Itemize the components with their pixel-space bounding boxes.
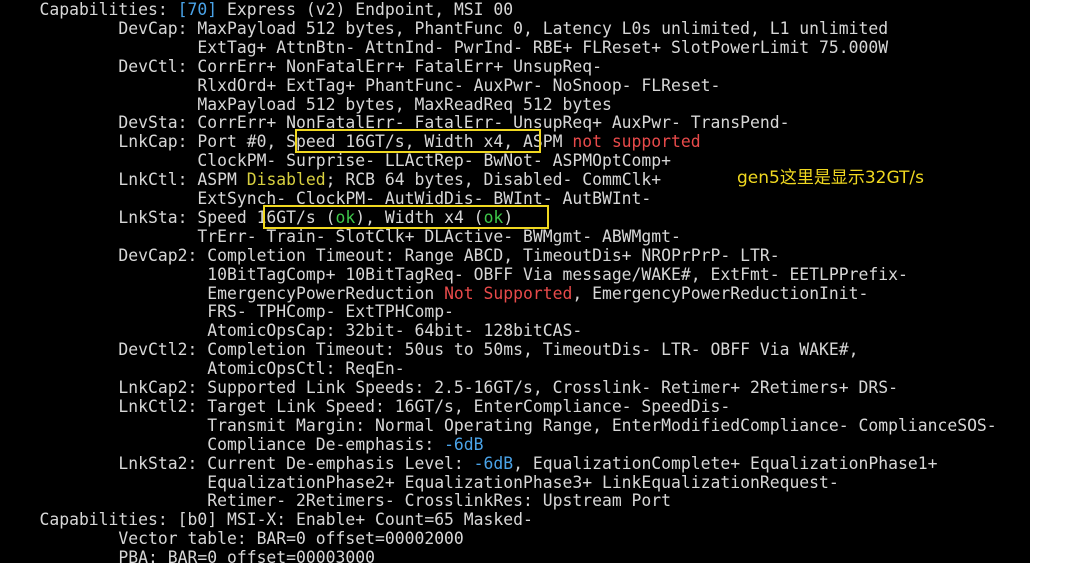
devcap-cont-line: ExtTag+ AttnBtn- AttnInd- PwrInd- RBE+ F… [0, 37, 889, 57]
lnksta2-retimer-line: Retimer- 2Retimers- CrosslinkRes: Upstre… [0, 491, 672, 511]
devctl2-line: DevCtl2: Completion Timeout: 50us to 50m… [0, 340, 859, 360]
aspm-not-supported: not supported [572, 132, 701, 152]
vector-table-line: Vector table: BAR=0 offset=00002000 [0, 529, 464, 549]
devcap2-line: DevCap2: Completion Timeout: Range ABCD,… [0, 245, 780, 265]
compliance-deemphasis-value: -6dB [444, 434, 484, 454]
capabilities-express-line: Capabilities: [70] Express (v2) Endpoint… [0, 0, 514, 19]
lnkctl2-deemphasis-line: Compliance De-emphasis: -6dB [0, 434, 484, 454]
terminal-output[interactable]: Capabilities: [70] Express (v2) Endpoint… [0, 0, 1030, 563]
devcap-line: DevCap: MaxPayload 512 bytes, PhantFunc … [0, 18, 889, 38]
capabilities-msix-line: Capabilities: [b0] MSI-X: Enable+ Count=… [0, 510, 533, 530]
emergency-not-supported: Not Supported [444, 283, 573, 303]
gen5-annotation: gen5这里是显示32GT/s [737, 168, 925, 188]
lnkcap-cont-line: ClockPM- Surprise- LLActRep- BwNot- ASPM… [0, 151, 672, 171]
current-deemphasis-value: -6dB [473, 453, 514, 473]
capability-offset-70: [70] [177, 0, 218, 19]
lnkctl2-line: LnkCtl2: Target Link Speed: 16GT/s, Ente… [0, 396, 731, 416]
lnkcap2-line: LnkCap2: Supported Link Speeds: 2.5-16GT… [0, 378, 898, 397]
lnkcap-speed-width-highlight [295, 129, 541, 153]
lnkctl2-margin-line: Transmit Margin: Normal Operating Range,… [0, 415, 997, 435]
devcap2-emergency-line: EmergencyPowerReduction Not Supported, E… [0, 283, 869, 303]
devctl-cont-line: RlxdOrd+ ExtTag+ PhantFunc- AuxPwr- NoSn… [0, 75, 721, 95]
aspm-disabled: Disabled [246, 170, 326, 190]
devcap2-cont-line: 10BitTagComp+ 10BitTagReq- OBFF Via mess… [0, 264, 908, 284]
lnksta-cont-line: TrErr- Train- SlotClk+ DLActive- BWMgmt-… [0, 226, 681, 246]
lnksta2-cont-line: EqualizationPhase2+ EqualizationPhase3+ … [0, 472, 839, 492]
devcap2-atomicops-line: AtomicOpsCap: 32bit- 64bit- 128bitCAS- [0, 321, 583, 341]
lnkctl-line: LnkCtl: ASPM Disabled; RCB 64 bytes, Dis… [0, 170, 662, 190]
lnksta-speed-width-highlight [263, 205, 549, 229]
devctl2-cont-line: AtomicOpsCtl: ReqEn- [0, 359, 405, 379]
pba-line: PBA: BAR=0 offset=00003000 [0, 548, 375, 563]
devcap2-frs-line: FRS- TPHComp- ExtTPHComp- [0, 302, 454, 322]
devctl-maxpayload-line: MaxPayload 512 bytes, MaxReadReq 512 byt… [0, 94, 612, 114]
lnksta2-line: LnkSta2: Current De-emphasis Level: -6dB… [0, 453, 938, 473]
devctl-line: DevCtl: CorrErr+ NonFatalErr+ FatalErr+ … [0, 56, 602, 76]
